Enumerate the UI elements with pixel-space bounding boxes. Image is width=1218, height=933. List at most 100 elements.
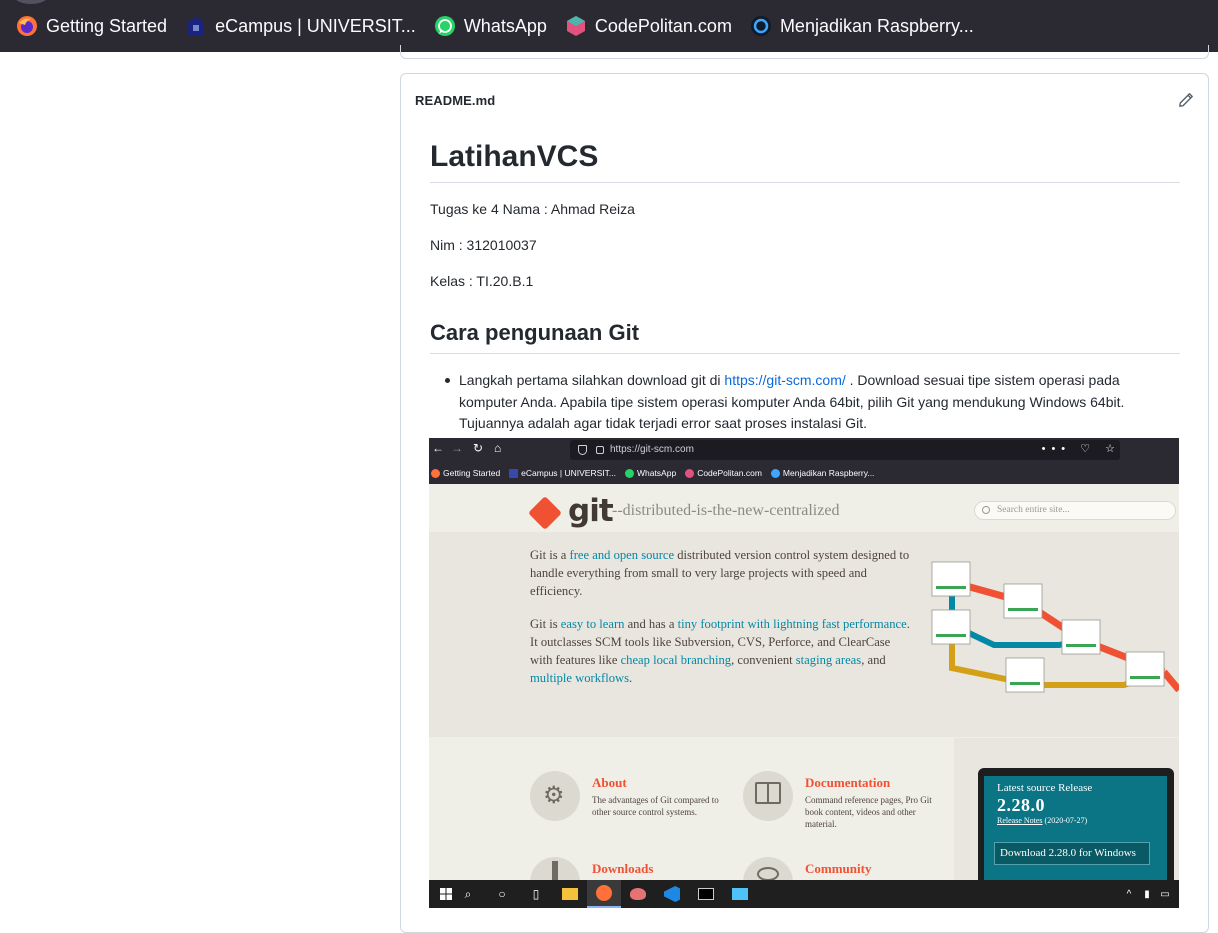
battery-icon: ▮: [1144, 888, 1150, 900]
git-tagline: --distributed-is-the-new-centralized: [612, 502, 840, 519]
hero-text-run: Git is: [530, 616, 561, 631]
readme-screenshot-image: ← → ↻ ⌂ https://git-scm.com ••• ♡ ☆ Gett…: [429, 438, 1179, 908]
firefox-icon: [431, 468, 440, 478]
gears-icon: ⚙: [530, 771, 580, 821]
firefox-taskbar-icon: [587, 880, 621, 908]
campus-icon: [509, 468, 519, 478]
branching-illustration: [931, 561, 1179, 693]
release-notes-link: Release Notes: [997, 816, 1043, 825]
whatsapp-icon: [434, 16, 455, 36]
git-scm-link[interactable]: https://git-scm.com/: [724, 372, 845, 388]
git-scm-homepage: git --distributed-is-the-new-centralized…: [429, 484, 1179, 908]
lock-icon: [596, 446, 604, 454]
screenshot-bookmark: WhatsApp: [624, 468, 677, 478]
windows-taskbar: ⌕ ○ ▯ ^ ▮ ▭: [429, 880, 1179, 908]
cortana-icon: ○: [498, 887, 506, 901]
bookmark-label: Menjadikan Raspberry...: [782, 468, 875, 478]
release-label: Latest source Release: [997, 782, 1093, 794]
hero-paragraph: Git is easy to learn and has a tiny foot…: [530, 615, 910, 688]
codepolitan-icon: [685, 468, 695, 478]
bookmark-label: Menjadikan Raspberry...: [779, 15, 974, 36]
text-assignment: Tugas ke 4 Nama : Ahmad Reiza: [430, 201, 635, 217]
hero-text-run: Git is a: [530, 548, 570, 562]
release-notes: Release Notes (2020-07-27): [997, 816, 1154, 825]
section-heading: Cara pengunaan Git: [430, 319, 1180, 354]
feature-title: Community: [805, 861, 872, 876]
reload-icon: ↻: [473, 441, 484, 455]
feature-title: About: [592, 775, 627, 790]
bookmark-label: WhatsApp: [463, 15, 547, 36]
bookmark-getting-started[interactable]: Getting Started: [16, 9, 167, 43]
release-date: (2020-07-27): [1044, 816, 1088, 825]
release-version: 2.28.0: [997, 795, 1045, 815]
readme-filename: README.md: [415, 92, 496, 108]
tray-chevron-icon: ^: [1126, 888, 1132, 900]
bookmark-ecampus[interactable]: eCampus | UNIVERSIT...: [185, 9, 416, 43]
screenshot-bookmark: CodePolitan.com: [685, 468, 762, 478]
feature-description: The advantages of Git compared to other …: [592, 795, 719, 817]
book-icon: [743, 771, 793, 821]
multiple-workflows-link: multiple workflows: [530, 671, 629, 686]
hero-text-run: , and: [861, 653, 886, 668]
local-branching-link: cheap local branching: [620, 653, 732, 668]
bookmark-codepolitan[interactable]: CodePolitan.com: [565, 9, 732, 43]
screenshot-bookmark: Getting Started: [431, 468, 500, 478]
bookmark-label: eCampus | UNIVERSIT...: [521, 468, 616, 478]
previous-box-edge: [400, 45, 1209, 59]
hero-text: Git is a free and open source distribute…: [530, 546, 910, 687]
raspberry-icon: [750, 16, 771, 36]
search-icon: [982, 506, 990, 514]
hero-text-run: , convenient: [731, 653, 796, 668]
bookmark-label: CodePolitan.com: [697, 468, 762, 478]
markdown-body: LatihanVCS Tugas ke 4 Nama : Ahmad Reiza…: [430, 138, 1180, 435]
screenshot-url-bar: https://git-scm.com: [570, 440, 1120, 460]
text-class: Kelas : TI.20.B.1: [430, 273, 534, 289]
feature-title: Documentation: [805, 775, 891, 790]
control-panel-icon: [723, 880, 757, 908]
home-icon: ⌂: [494, 441, 502, 455]
page-actions-icons: ••• ♡ ☆: [1041, 443, 1121, 455]
list-item: Langkah pertama silahkan download git di…: [445, 370, 1180, 435]
easy-to-learn-link: easy to learn: [560, 616, 625, 631]
git-wordmark: git: [568, 493, 614, 529]
site-search-box: Search entire site...: [974, 501, 1176, 520]
hero-paragraph: Git is a free and open source distribute…: [530, 546, 910, 601]
git-logo: git: [528, 493, 614, 530]
step-text-before: Langkah pertama silahkan download git di: [459, 372, 725, 388]
vscode-icon: [655, 880, 689, 908]
staging-areas-link: staging areas: [795, 653, 862, 668]
bookmark-label: Getting Started: [443, 468, 501, 478]
hero-section: Git is a free and open source distribute…: [429, 532, 1179, 737]
steps-list: Langkah pertama silahkan download git di…: [430, 370, 1180, 435]
terminal-icon: [689, 880, 723, 908]
pencil-icon[interactable]: [1178, 92, 1194, 108]
screenshot-bookmark: eCampus | UNIVERSIT...: [509, 468, 616, 478]
bookmark-whatsapp[interactable]: WhatsApp: [434, 9, 547, 43]
readme-title: LatihanVCS: [430, 138, 1180, 183]
shield-icon: [578, 445, 587, 455]
hero-text-run: .: [629, 671, 633, 686]
bookmark-label: Getting Started: [46, 15, 168, 36]
git-diamond-icon: [528, 495, 562, 530]
feature-description: Command reference pages, Pro Git book co…: [805, 795, 932, 829]
bookmark-raspberry[interactable]: Menjadikan Raspberry...: [750, 9, 974, 43]
codepolitan-icon: [566, 16, 585, 36]
network-icon: ▭: [1160, 888, 1170, 900]
latest-release-box: Latest source Release 2.28.0 Release Not…: [984, 776, 1167, 884]
forward-arrow-icon: →: [451, 441, 463, 455]
feature-documentation: Documentation Command reference pages, P…: [743, 771, 958, 835]
screenshot-bookmarks-bar: Getting Started eCampus | UNIVERSIT... W…: [429, 462, 1179, 484]
bookmark-label: eCampus | UNIVERSIT...: [215, 15, 416, 36]
text-nim: Nim : 312010037: [430, 237, 537, 253]
bookmark-label: WhatsApp: [636, 468, 677, 478]
screenshot-bookmark: Menjadikan Raspberry...: [770, 468, 875, 478]
tiny-footprint-link: tiny footprint with lightning fast perfo…: [677, 616, 907, 631]
whatsapp-icon: [624, 468, 634, 478]
raspberry-icon: [770, 468, 780, 478]
firefox-icon: [17, 16, 37, 36]
feature-title: Downloads: [592, 861, 654, 876]
paint-icon: [621, 880, 655, 908]
search-icon: ⌕: [464, 886, 472, 901]
download-windows-button: Download 2.28.0 for Windows: [994, 842, 1150, 865]
bookmark-label: CodePolitan.com: [594, 15, 732, 36]
